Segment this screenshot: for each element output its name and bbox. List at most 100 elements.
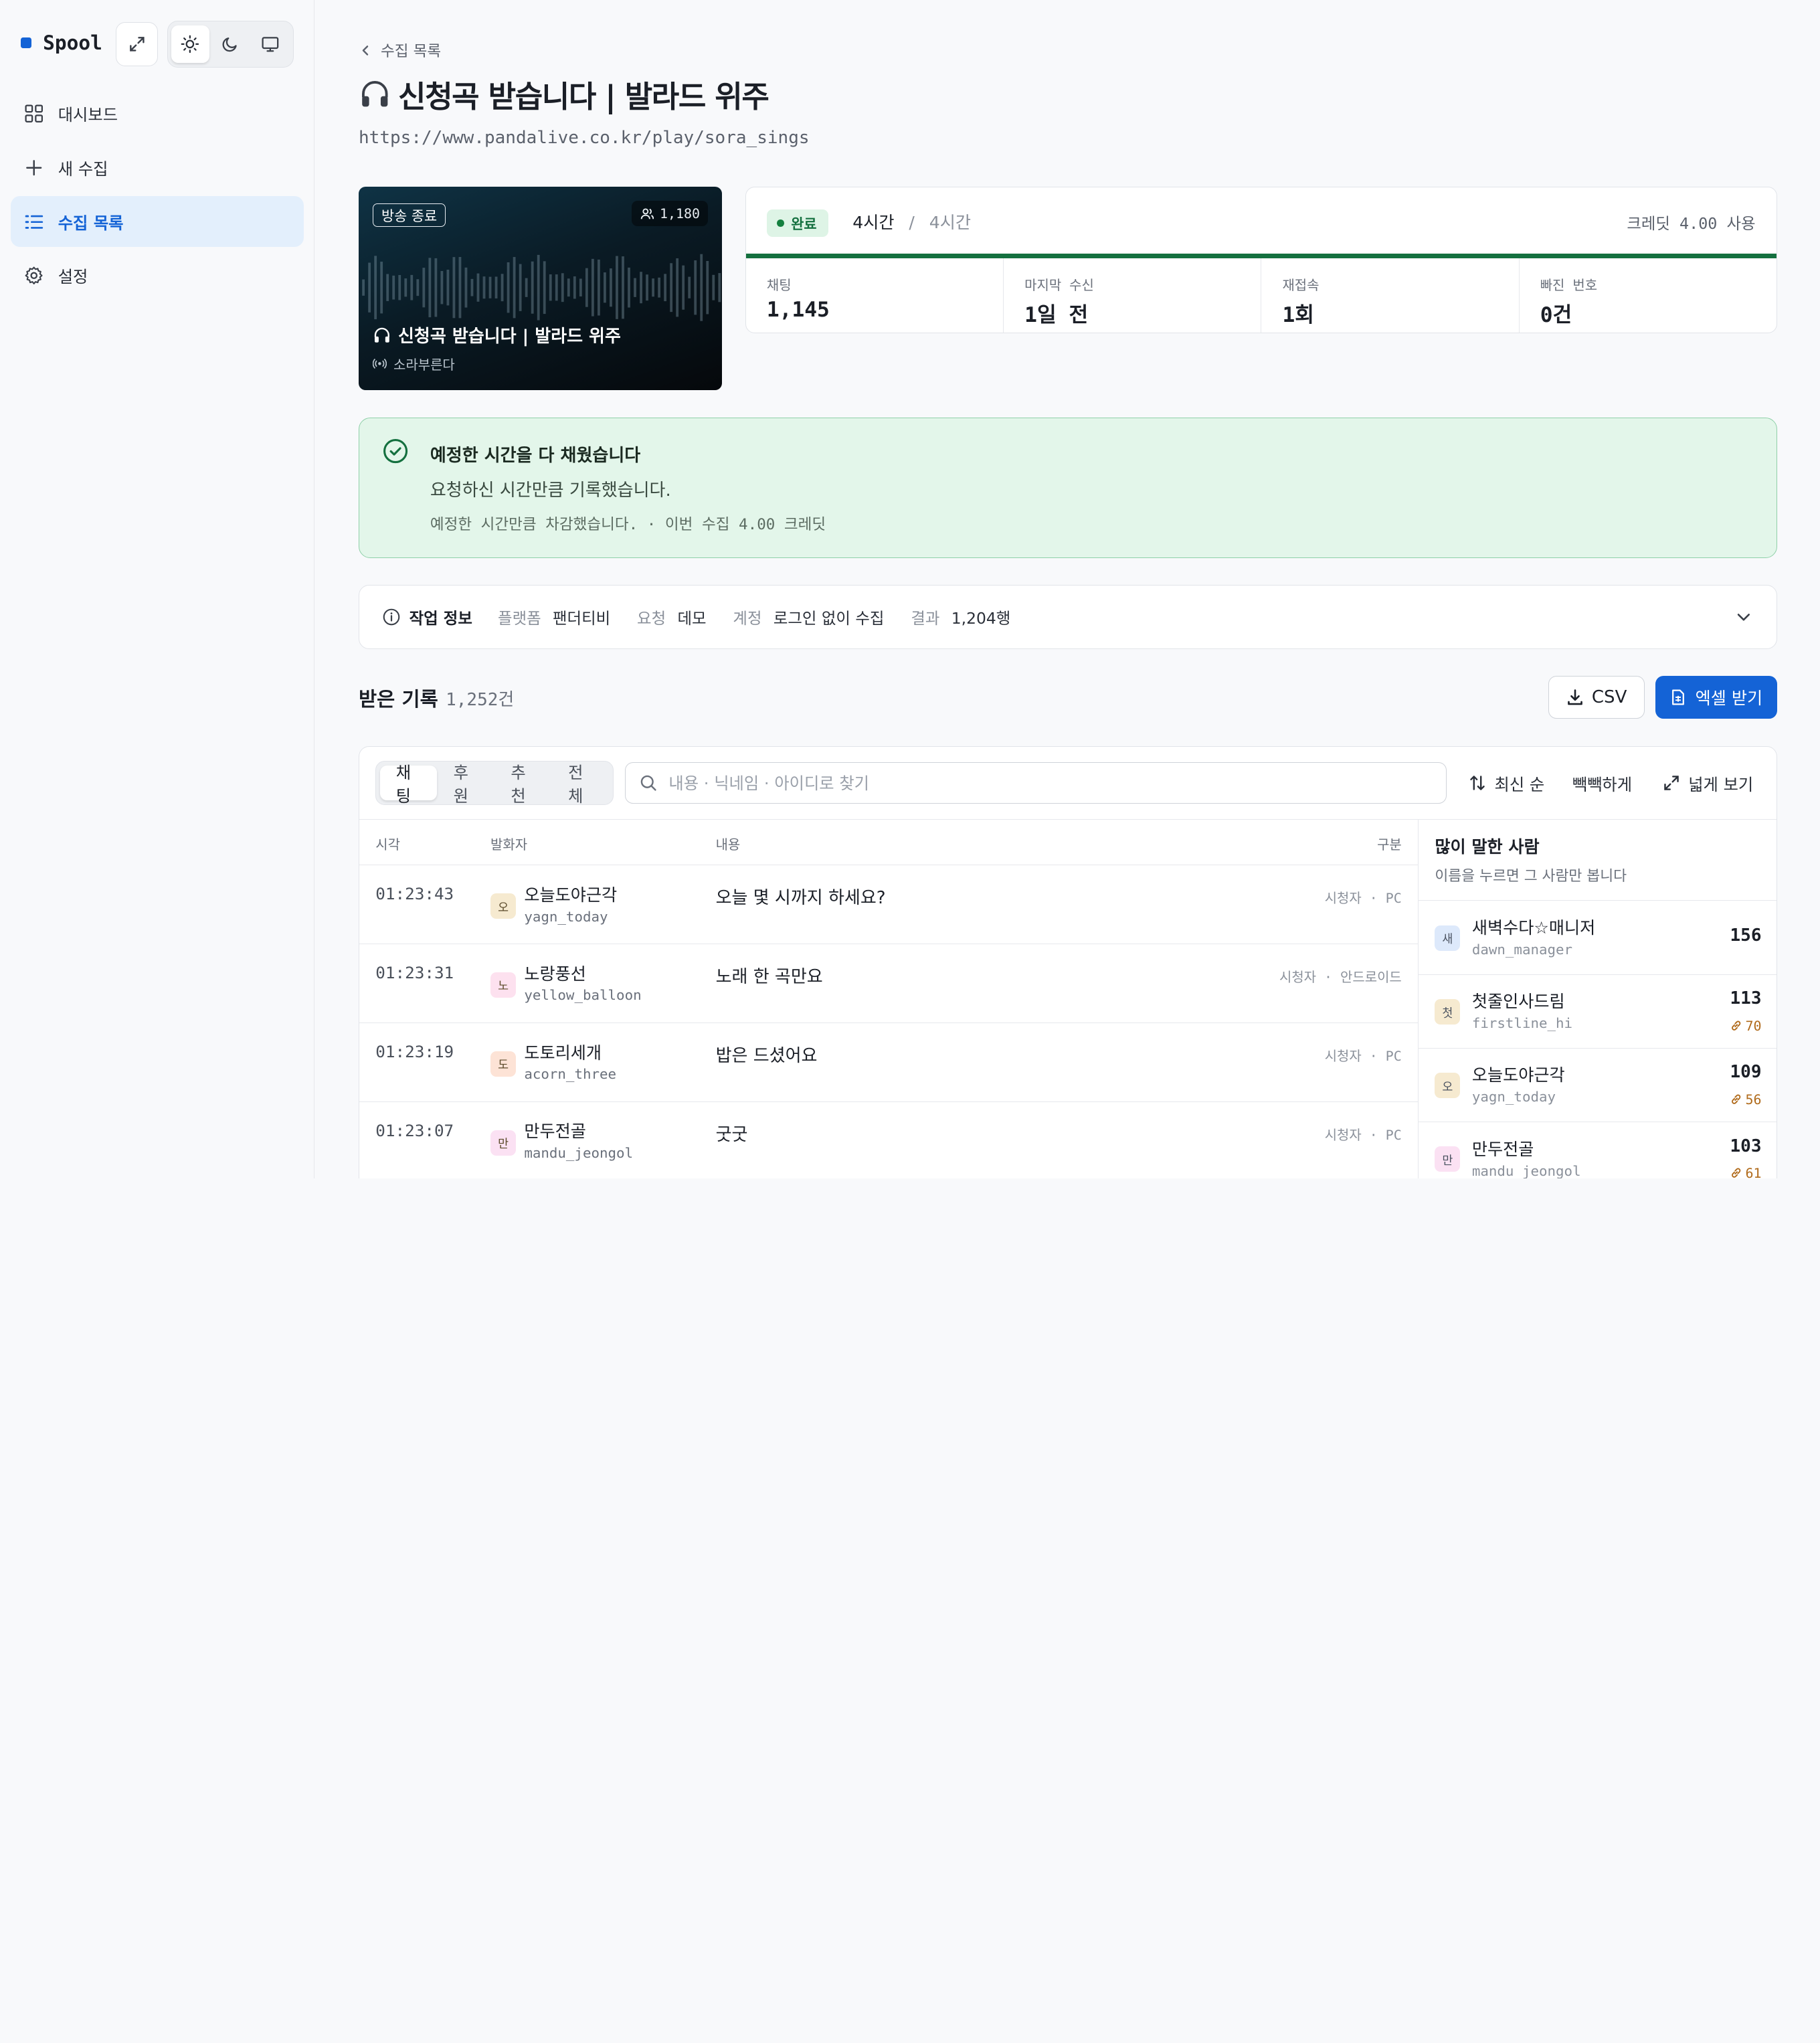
stat-reconnects: 재접속 1회: [1261, 258, 1520, 333]
sidebar-item-new-collection[interactable]: 새 수집: [11, 142, 304, 193]
avatar: 오: [490, 893, 517, 919]
row-speaker-name[interactable]: 만두전골: [524, 1118, 586, 1142]
job-field-value: 데모: [677, 608, 707, 628]
job-field-value: 팬더티비: [553, 608, 611, 628]
job-info-bar[interactable]: 작업 정보 플랫폼 팬더티비 요청 데모 계정 로그인 없이 수집 결과 1,2…: [359, 585, 1777, 649]
waveform-bar: [482, 276, 486, 299]
plus-icon: [26, 159, 42, 176]
stat-label: 채팅: [766, 277, 792, 294]
back-link[interactable]: 수집 목록: [359, 39, 441, 61]
avatar: 오: [1435, 1073, 1461, 1099]
waveform-bar: [470, 279, 474, 297]
speaker-name: 첫줄인사드림: [1471, 992, 1565, 1012]
column-content: 내용: [715, 836, 741, 853]
sidebar-item-dashboard[interactable]: 대시보드: [11, 88, 304, 139]
row-speaker-id: mandu_jeongol: [524, 1145, 634, 1162]
system-theme-button[interactable]: [252, 25, 290, 63]
table-row[interactable]: 01:23:43 오 오늘도야근각 yagn_today 오늘 몇 시까지 하세…: [359, 865, 1419, 945]
status-header: 완료 4시간 / 4시간 크레딧 4.00 사용: [746, 187, 1777, 254]
waveform-bar: [591, 259, 594, 317]
column-time: 시각: [375, 836, 400, 853]
tab-recommend[interactable]: 추천: [494, 763, 552, 806]
sort-label: 최신 순: [1494, 774, 1545, 794]
stream-url[interactable]: https://www.pandalive.co.kr/play/sora_si…: [359, 128, 810, 148]
excel-download-button[interactable]: 엑셀 받기: [1655, 675, 1777, 719]
chevron-down-icon[interactable]: [1734, 608, 1753, 626]
search-input[interactable]: [668, 773, 1412, 793]
waveform-bar: [494, 276, 498, 299]
light-theme-button[interactable]: [171, 25, 209, 63]
csv-download-button[interactable]: CSV: [1548, 675, 1645, 719]
csv-button-label: CSV: [1591, 687, 1627, 707]
headphones-icon: [374, 327, 389, 343]
notice-note: 예정한 시간만큼 차감했습니다. · 이번 수집 4.00 크레딧: [430, 515, 826, 533]
speaker-link-count: 56: [1730, 1091, 1762, 1107]
moon-icon: [222, 37, 238, 52]
row-speaker-name[interactable]: 도토리세개: [524, 1040, 602, 1064]
waveform-bar: [676, 258, 679, 317]
grid-icon: [25, 104, 43, 123]
avatar: 첫: [1435, 998, 1461, 1025]
waveform-bar: [398, 275, 401, 300]
sort-button[interactable]: 최신 순: [1469, 772, 1544, 795]
wide-view-button[interactable]: 넓게 보기: [1663, 772, 1753, 795]
job-field-key: 계정: [733, 608, 762, 628]
stat-value: 1,145: [766, 297, 830, 322]
waveform-bar: [392, 276, 395, 300]
speaker-item[interactable]: 오 오늘도야근각 yagn_today 109 56: [1419, 1049, 1777, 1122]
waveform-bar: [712, 275, 715, 301]
status-badge: 완료: [766, 209, 828, 237]
app-root: Spool 대시보드 새 수집 수집 목록 설정 수집 목록 신청곡 받습니다 …: [0, 0, 1820, 1178]
link-icon: [1732, 1020, 1741, 1031]
sidebar-item-label: 대시보드: [58, 105, 118, 125]
waveform-bar: [362, 280, 365, 296]
waveform-bar: [616, 256, 618, 320]
waveform-bar: [464, 268, 468, 308]
row-speaker-name[interactable]: 오늘도야근각: [524, 882, 617, 906]
table-row[interactable]: 01:23:07 만 만두전골 mandu_jeongol 굿굿 시청자 · P…: [359, 1102, 1418, 1178]
page-title-text: 신청곡 받습니다 | 발라드 위주: [397, 78, 769, 114]
table-header: 시각 발화자 내용 구분: [359, 818, 1419, 866]
waveform-bar: [549, 274, 552, 301]
table-row[interactable]: 01:23:31 노 노랑풍선 yellow_balloon 노래 한 곡만요 …: [359, 944, 1419, 1024]
row-kind: 시청자 · PC: [1324, 1127, 1402, 1144]
stat-chats: 채팅 1,145: [746, 258, 1004, 333]
speaker-id: firstline_hi: [1471, 1015, 1573, 1032]
density-label: 빽빽하게: [1572, 774, 1633, 794]
expand-sidebar-button[interactable]: [116, 21, 158, 66]
tab-donation[interactable]: 후원: [437, 763, 494, 806]
thumbnail-title-text: 신청곡 받습니다 | 발라드 위주: [397, 327, 621, 347]
brand-logo[interactable]: Spool: [21, 31, 102, 54]
sidebar-item-label: 새 수집: [58, 159, 108, 179]
notice-body: 요청하신 시간만큼 기록했습니다.: [430, 480, 671, 501]
speaker-item[interactable]: 만 만두전골 mandu_jeongol 103 61: [1419, 1122, 1777, 1178]
waveform-bar: [682, 266, 685, 310]
thumbnail-host: 소라부른다: [372, 354, 455, 373]
dark-theme-button[interactable]: [211, 25, 250, 63]
tab-chat[interactable]: 채팅: [379, 763, 438, 806]
sidebar-item-collection-list[interactable]: 수집 목록: [10, 196, 304, 248]
waveform-graphic: [362, 254, 721, 322]
speaker-id: dawn_manager: [1471, 942, 1573, 958]
job-field-key: 결과: [911, 608, 940, 628]
speaker-name: 오늘도야근각: [1471, 1065, 1565, 1085]
stat-label: 마지막 수신: [1024, 277, 1094, 294]
speaker-item[interactable]: 첫 첫줄인사드림 firstline_hi 113 70: [1419, 975, 1777, 1049]
headphones-icon: [362, 80, 388, 107]
thumbnail-title: 신청곡 받습니다 | 발라드 위주: [373, 323, 621, 347]
expand-icon: [129, 37, 145, 52]
row-speaker-name[interactable]: 노랑풍선: [524, 961, 586, 985]
waveform-bar: [386, 274, 389, 302]
viewer-count-badge: 1,180: [632, 201, 709, 226]
sidebar-item-settings[interactable]: 설정: [11, 250, 304, 301]
stat-label: 빠진 번호: [1540, 277, 1598, 294]
table-row[interactable]: 01:23:19 도 도토리세개 acorn_three 밥은 드셨어요 시청자…: [359, 1023, 1419, 1103]
density-toggle[interactable]: 빽빽하게: [1572, 772, 1632, 795]
waveform-bar: [440, 271, 444, 304]
speaker-item[interactable]: 새 새벽수다☆매니저 dawn_manager 156: [1419, 901, 1777, 975]
top-speakers-title: 많이 말한 사람: [1435, 836, 1540, 857]
waveform-bar: [531, 262, 534, 315]
sidebar: Spool 대시보드 새 수집 수집 목록 설정: [0, 0, 315, 1178]
tab-all[interactable]: 전체: [552, 763, 610, 806]
waveform-bar: [567, 278, 570, 297]
